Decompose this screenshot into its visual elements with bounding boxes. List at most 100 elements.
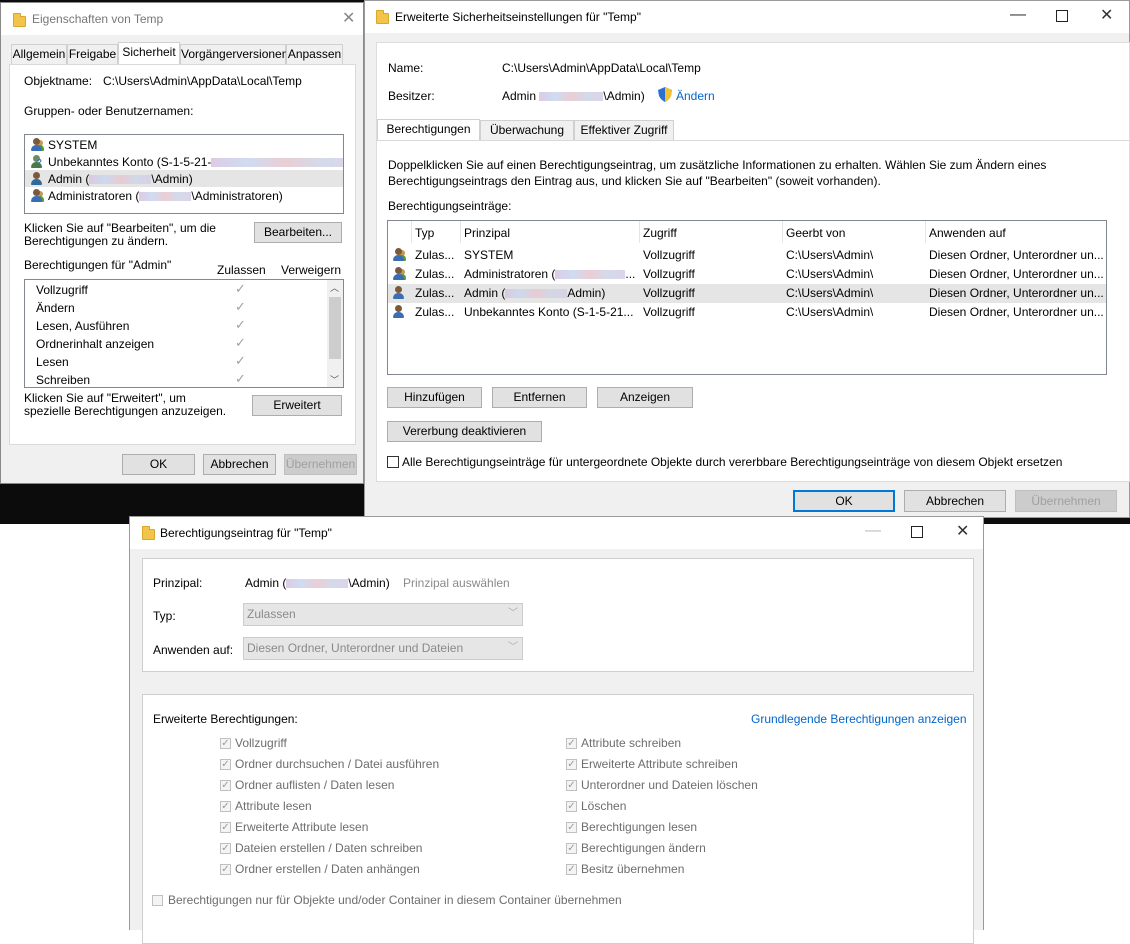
replace-child-entries-checkbox[interactable] <box>387 456 399 468</box>
minimize-icon[interactable]: — <box>865 523 881 539</box>
tab-freigabe[interactable]: Freigabe <box>67 44 118 64</box>
select-principal-link[interactable]: Prinzipal auswählen <box>403 576 510 590</box>
list-item[interactable]: ? Unbekanntes Konto (S-1-5-21- <box>25 153 343 170</box>
user-name: Unbekanntes Konto (S-1-5-21- <box>48 155 343 169</box>
disable-inheritance-button[interactable]: Vererbung deaktivieren <box>387 421 542 442</box>
show-basic-permissions-link[interactable]: Grundlegende Berechtigungen anzeigen <box>751 712 967 726</box>
tab-divider <box>376 140 1130 141</box>
allow-column-header: Zulassen <box>217 263 266 277</box>
group-icon <box>30 138 44 152</box>
permission-checkbox[interactable]: ✓ <box>220 759 231 770</box>
principal-value: Admin (\Admin) <box>245 576 390 590</box>
permission-checkbox[interactable]: ✓ <box>220 738 231 749</box>
cancel-button[interactable]: Abbrechen <box>904 490 1006 512</box>
table-row-selected[interactable]: Zulas... Admin (Admin) Vollzugriff C:\Users… <box>388 284 1106 303</box>
type-select[interactable]: Zulassen ﹀ <box>243 603 523 626</box>
edit-button[interactable]: Bearbeiten... <box>254 222 342 243</box>
close-icon[interactable]: ✕ <box>342 11 355 27</box>
cell-prinzipal: Administratoren (... <box>464 267 636 281</box>
column-header[interactable] <box>782 221 783 243</box>
users-list[interactable]: SYSTEM ? Unbekanntes Konto (S-1-5-21- Ad… <box>24 134 344 214</box>
folder-icon <box>376 10 389 24</box>
ok-button[interactable]: OK <box>793 490 895 512</box>
column-header-label[interactable]: Geerbt von <box>786 226 845 240</box>
cell-zugriff: Vollzugriff <box>643 267 695 281</box>
tab-effektiver-zugriff[interactable]: Effektiver Zugriff <box>574 120 674 140</box>
container-only-checkbox[interactable] <box>152 895 163 906</box>
tab-anpassen[interactable]: Anpassen <box>286 44 343 64</box>
column-header[interactable] <box>460 221 461 243</box>
advanced-button[interactable]: Erweitert <box>252 395 342 416</box>
permission-checkbox[interactable]: ✓ <box>566 843 577 854</box>
tab-sicherheit[interactable]: Sicherheit <box>118 42 180 64</box>
icon-part <box>395 286 402 293</box>
table-row[interactable]: Zulas... Administratoren (... Vollzugriff C… <box>388 265 1106 284</box>
cell-anwenden-auf: Diesen Ordner, Unterordner un... <box>929 267 1104 281</box>
table-row[interactable]: Zulas... Unbekanntes Konto (S-1-5-21... Vo… <box>388 303 1106 322</box>
column-header-label[interactable]: Prinzipal <box>464 226 510 240</box>
permission-checkbox[interactable]: ✓ <box>566 864 577 875</box>
column-header-label[interactable]: Typ <box>415 226 434 240</box>
tab-überwachung[interactable]: Überwachung <box>480 120 574 140</box>
permission-name: Lesen <box>36 355 69 369</box>
close-icon[interactable]: ✕ <box>956 524 969 540</box>
permission-checkbox[interactable]: ✓ <box>220 801 231 812</box>
object-name-label: Objektname: <box>24 74 93 88</box>
permission-entries-table[interactable]: Typ Prinzipal Zugriff Geerbt von Anwenden au… <box>387 220 1107 375</box>
redacted <box>286 579 349 589</box>
redacted <box>139 192 192 202</box>
permission-checkbox[interactable]: ✓ <box>566 801 577 812</box>
cell-anwenden-auf: Diesen Ordner, Unterordner un... <box>929 286 1104 300</box>
scrollbar-thumb[interactable] <box>329 297 341 359</box>
column-header[interactable] <box>639 221 640 243</box>
tab-allgemein[interactable]: Allgemein <box>11 44 67 64</box>
permission-label: Ordner durchsuchen / Datei ausführen <box>235 757 440 771</box>
cancel-button[interactable]: Abbrechen <box>203 454 276 475</box>
permission-checkbox[interactable]: ✓ <box>220 843 231 854</box>
permission-checkbox[interactable]: ✓ <box>566 759 577 770</box>
change-owner-link[interactable]: Ändern <box>676 89 715 103</box>
checkmark-icon: ✓ <box>235 353 246 368</box>
column-header-label[interactable]: Zugriff <box>643 226 677 240</box>
object-name-value: C:\Users\Admin\AppData\Local\Temp <box>103 74 302 88</box>
folder-icon <box>13 13 26 27</box>
column-header-label[interactable]: Anwenden auf <box>929 226 1006 240</box>
tab-berechtigungen[interactable]: Berechtigungen <box>377 119 480 141</box>
maximize-icon[interactable] <box>1056 10 1068 22</box>
close-icon[interactable]: ✕ <box>1100 8 1113 24</box>
minimize-icon[interactable]: — <box>1010 7 1026 23</box>
list-item-selected[interactable]: Admin (\Admin) <box>25 170 343 187</box>
permission-checkbox[interactable]: ✓ <box>220 822 231 833</box>
scroll-up-icon[interactable]: ︿ <box>330 281 339 294</box>
icon-part <box>395 248 402 255</box>
table-row[interactable]: Zulas... SYSTEM Vollzugriff C:\Users\Admin\… <box>388 246 1106 265</box>
maximize-icon[interactable] <box>911 526 923 538</box>
permission-label: Erweiterte Attribute schreiben <box>581 757 738 771</box>
permission-checkbox[interactable]: ✓ <box>566 738 577 749</box>
ok-button[interactable]: OK <box>122 454 195 475</box>
list-item[interactable]: SYSTEM <box>25 136 343 153</box>
name-label: Name: <box>388 61 424 75</box>
permission-checkbox[interactable]: ✓ <box>220 780 231 791</box>
tab-vorgängerversionen[interactable]: Vorgängerversionen <box>180 44 288 64</box>
permissions-list[interactable]: Vollzugriff ✓ Ändern ✓ Lesen, Ausführen ✓ Ordn… <box>24 279 344 388</box>
apply-button[interactable]: Übernehmen <box>1015 490 1117 512</box>
permission-checkbox[interactable]: ✓ <box>566 822 577 833</box>
apply-button[interactable]: Übernehmen <box>284 454 357 475</box>
icon-part <box>393 255 404 261</box>
user-name: SYSTEM <box>48 138 98 152</box>
column-header[interactable] <box>411 221 412 243</box>
permission-name: Vollzugriff <box>36 283 88 297</box>
info-text: Doppelklicken Sie auf einen Berechtigung… <box>388 158 1047 188</box>
window-title: Berechtigungseintrag für "Temp" <box>160 526 332 540</box>
permission-checkbox[interactable]: ✓ <box>220 864 231 875</box>
permission-checkbox[interactable]: ✓ <box>566 780 577 791</box>
add-button[interactable]: Hinzufügen <box>387 387 482 408</box>
column-header[interactable] <box>925 221 926 243</box>
scroll-down-icon[interactable]: ﹀ <box>330 373 339 386</box>
view-button[interactable]: Anzeigen <box>597 387 693 408</box>
remove-button[interactable]: Entfernen <box>492 387 587 408</box>
cell-geerbt-von: C:\Users\Admin\ <box>786 267 874 281</box>
apply-to-select[interactable]: Diesen Ordner, Unterordner und Dateien ﹀ <box>243 637 523 660</box>
list-item[interactable]: Administratoren (\Administratoren) <box>25 187 343 204</box>
